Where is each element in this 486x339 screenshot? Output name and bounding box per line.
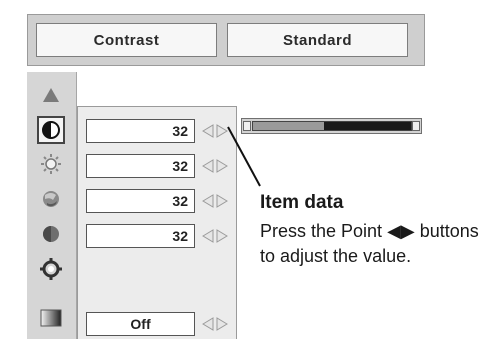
contrast-value: 32 <box>86 119 195 143</box>
brightness-icon[interactable] <box>37 150 65 178</box>
callout-leader-line <box>227 126 261 187</box>
slider-track <box>252 121 412 131</box>
adjust-arrows-icon[interactable] <box>202 193 228 209</box>
gamma-icon[interactable] <box>37 304 65 332</box>
callout-text: Press the Point ◀▶ buttons to adjust the… <box>260 221 479 266</box>
adjust-arrows-icon[interactable] <box>202 316 228 332</box>
scroll-up-icon[interactable] <box>37 81 65 109</box>
tint-value: 32 <box>86 224 195 248</box>
callout-title: Item data <box>260 192 344 213</box>
image-mode-label: Standard <box>227 23 408 57</box>
brightness-value: 32 <box>86 154 195 178</box>
color-value: 32 <box>86 189 195 213</box>
contrast-icon[interactable] <box>37 116 65 144</box>
slider-right-cap <box>412 121 420 131</box>
adjust-arrows-icon[interactable] <box>202 228 228 244</box>
item-value-panel: 32 32 32 32 Off <box>77 106 237 339</box>
gamma-value: Off <box>86 312 195 336</box>
color-icon[interactable] <box>37 185 65 213</box>
menu-header: Contrast Standard <box>27 14 425 66</box>
tint-icon[interactable] <box>37 220 65 248</box>
sharpness-icon[interactable] <box>37 255 65 283</box>
menu-icon-column <box>27 72 77 339</box>
contrast-slider[interactable] <box>241 118 422 134</box>
current-item-label: Contrast <box>36 23 217 57</box>
